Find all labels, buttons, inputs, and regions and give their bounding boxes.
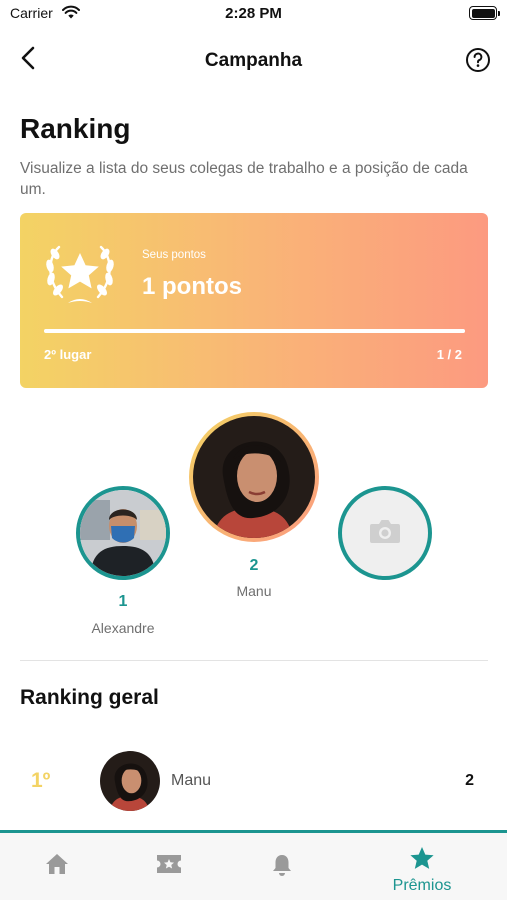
podium-score-left: 1 [118,593,128,610]
status-bar: Carrier 2:28 PM [0,0,507,30]
help-button[interactable] [465,47,491,73]
points-value: 1 pontos [142,273,242,300]
navigation-bar: Campanha [0,40,507,80]
podium-avatar-manu[interactable] [189,412,319,542]
star-icon [409,833,435,875]
page-title: Ranking [20,113,131,144]
current-place: 2º lugar [44,347,92,362]
avatar [80,490,166,576]
rank-score: 2 [465,772,474,789]
podium-name-center: Manu [236,583,272,599]
tab-home[interactable] [7,833,107,900]
podium-avatar-empty[interactable] [338,486,432,580]
tab-label-premios: Prêmios [392,877,452,894]
section-divider [20,660,488,661]
clock-time: 2:28 PM [225,5,282,22]
page-description: Visualize a lista do seus colegas de tra… [20,160,468,198]
points-progress-fill [44,329,465,333]
podium-score-center: 2 [249,557,259,574]
podium-avatar-alexandre[interactable] [76,486,170,580]
camera-icon [369,518,401,549]
nav-title: Campanha [204,50,303,71]
place-ratio: 1 / 2 [436,347,462,362]
ranking-section-title: Ranking geral [20,686,159,709]
question-circle-icon [465,48,491,77]
avatar [193,416,315,538]
bell-icon [271,833,293,882]
table-row[interactable]: 1º Manu 2 [0,748,507,814]
points-progress-bar [44,329,465,333]
points-label: Seus pontos [142,249,206,261]
tab-notifications[interactable] [232,833,332,900]
points-card: Seus pontos 1 pontos 2º lugar 1 / 2 [20,213,488,388]
rank-name: Manu [171,772,212,789]
avatar [100,751,160,811]
ticket-icon [155,833,183,880]
tab-tickets[interactable] [119,833,219,900]
tab-bar: Prêmios [0,830,507,900]
podium-name-left: Alexandre [91,620,155,636]
tab-premios[interactable]: Prêmios [372,833,472,900]
laurel-star-icon [42,239,118,309]
battery-icon [469,6,500,20]
home-icon [45,833,69,880]
rank-position: 1º [31,769,51,792]
